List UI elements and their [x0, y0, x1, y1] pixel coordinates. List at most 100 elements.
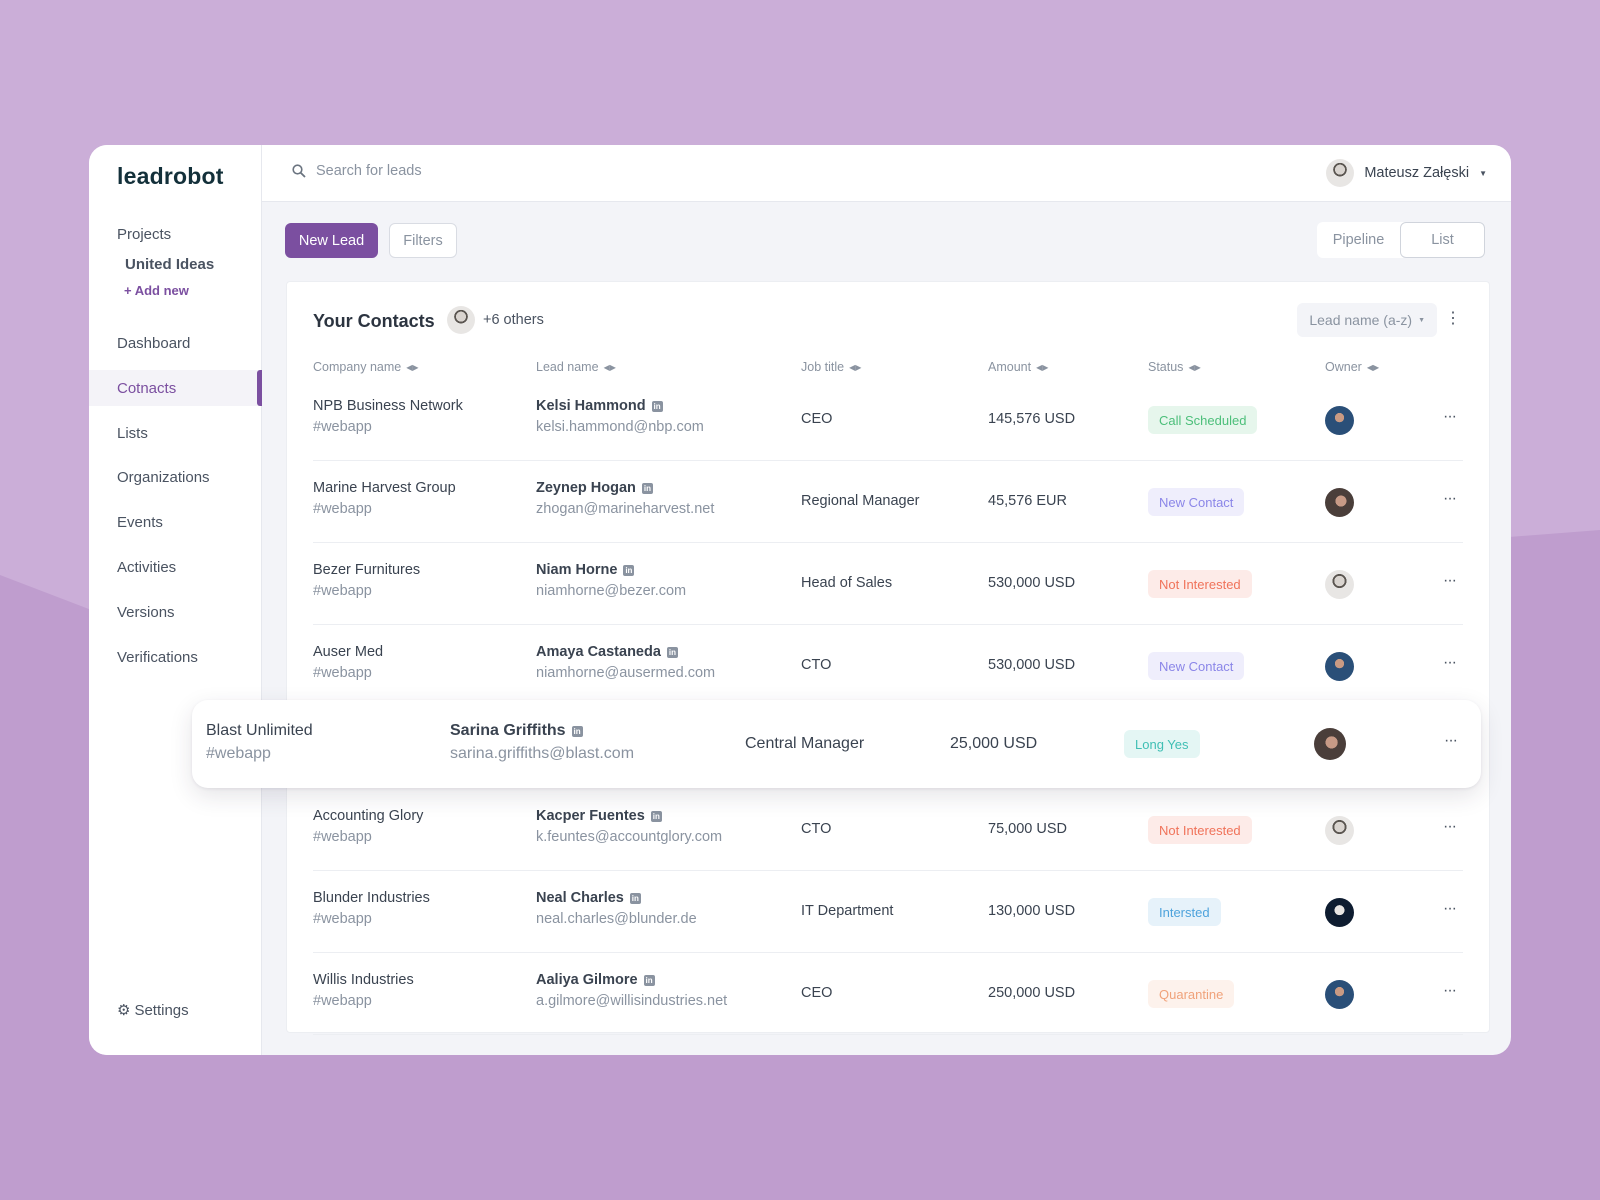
linkedin-icon[interactable]: in — [629, 893, 641, 904]
sidebar-item-cotnacts[interactable]: Cotnacts — [117, 380, 176, 397]
user-menu[interactable]: Mateusz Załęski ▼ — [1326, 159, 1487, 187]
app-window: leadrobot Projects United Ideas + Add ne… — [89, 145, 1511, 1055]
amount-cell: 530,000 USD — [988, 657, 1076, 673]
lead-email[interactable]: niamhorne@ausermed.com — [536, 665, 715, 681]
column-header-company-name[interactable]: Company name ◀▶ — [313, 360, 419, 374]
table-row[interactable]: Willis Industries #webapp Aaliya Gilmore i… — [313, 953, 1463, 1035]
lead-name[interactable]: Zeynep Hogan — [536, 480, 636, 496]
gear-icon: ⚙ — [117, 1002, 131, 1019]
linkedin-icon[interactable]: in — [571, 726, 583, 737]
table-row[interactable]: Auser Med #webapp Amaya Castaneda in niamho… — [313, 625, 1463, 707]
company-cell: Blunder Industries #webapp — [313, 890, 430, 927]
table-row[interactable]: Accounting Glory #webapp Kacper Fuentes in… — [313, 789, 1463, 871]
sidebar-item-activities[interactable]: Activities — [117, 559, 176, 576]
owner-avatar[interactable] — [1325, 651, 1354, 681]
search-icon — [292, 164, 306, 178]
row-actions-icon[interactable]: ··· — [1443, 982, 1457, 1000]
owner-avatar[interactable] — [1325, 815, 1354, 845]
owner-avatar[interactable] — [1325, 897, 1354, 927]
lead-name[interactable]: Kacper Fuentes — [536, 808, 645, 824]
sort-arrows-icon: ◀▶ — [603, 362, 616, 372]
lead-email[interactable]: neal.charles@blunder.de — [536, 911, 697, 927]
owner-avatar[interactable] — [1325, 569, 1354, 599]
linkedin-icon[interactable]: in — [651, 401, 663, 412]
owner-avatar[interactable] — [1325, 487, 1354, 517]
search-bar — [292, 163, 716, 179]
new-lead-button[interactable]: New Lead — [285, 223, 378, 258]
status-badge[interactable]: Not Interested — [1148, 816, 1252, 844]
sort-arrows-icon: ◀▶ — [1366, 362, 1380, 372]
lead-name[interactable]: Kelsi Hammond — [536, 398, 646, 414]
owner-avatar[interactable] — [1314, 728, 1346, 760]
filters-button[interactable]: Filters — [389, 223, 457, 258]
lead-name[interactable]: Neal Charles — [536, 890, 624, 906]
row-actions-icon[interactable]: ··· — [1443, 572, 1457, 590]
linkedin-icon[interactable]: in — [666, 647, 678, 658]
row-actions-icon[interactable]: ··· — [1443, 900, 1457, 918]
row-actions-icon[interactable]: ··· — [1443, 818, 1457, 836]
tab-list[interactable]: List — [1400, 222, 1485, 258]
lead-name[interactable]: Sarina Griffiths — [450, 722, 566, 739]
collaborators[interactable]: +6 others — [447, 306, 544, 334]
table-row[interactable]: NPB Business Network #webapp Kelsi Hammon… — [313, 379, 1463, 461]
status-badge[interactable]: Intersted — [1148, 898, 1221, 926]
lead-cell: Kelsi Hammond in kelsi.hammond@nbp.com — [536, 398, 704, 435]
project-united-ideas[interactable]: United Ideas — [125, 256, 214, 273]
lead-cell: Aaliya Gilmore in a.gilmore@willisindustri… — [536, 972, 727, 1009]
lead-email[interactable]: kelsi.hammond@nbp.com — [536, 419, 704, 435]
sidebar-item-events[interactable]: Events — [117, 514, 163, 531]
column-header-owner[interactable]: Owner ◀▶ — [1325, 360, 1379, 374]
owner-avatar[interactable] — [1325, 405, 1354, 435]
table-row[interactable]: Bezer Furnitures #webapp Niam Horne in niam… — [313, 543, 1463, 625]
table-row-highlighted[interactable]: Blast Unlimited #webapp Sarina Griffiths i… — [192, 700, 1481, 788]
amount-cell: 75,000 USD — [988, 821, 1067, 837]
column-header-amount[interactable]: Amount ◀▶ — [988, 360, 1048, 374]
lead-name[interactable]: Niam Horne — [536, 562, 617, 578]
company-cell: Accounting Glory #webapp — [313, 808, 424, 845]
owner-avatar[interactable] — [1325, 979, 1354, 1009]
linkedin-icon[interactable]: in — [643, 975, 655, 986]
sidebar-item-lists[interactable]: Lists — [117, 425, 148, 442]
row-actions-icon[interactable]: ··· — [1443, 490, 1457, 508]
lead-name[interactable]: Aaliya Gilmore — [536, 972, 638, 988]
settings-label: Settings — [134, 1001, 189, 1019]
table-row[interactable]: Blunder Industries #webapp Neal Charles in… — [313, 871, 1463, 953]
lead-email[interactable]: k.feuntes@accountglory.com — [536, 829, 722, 845]
lead-name[interactable]: Amaya Castaneda — [536, 644, 661, 660]
status-badge[interactable]: Not Interested — [1148, 570, 1252, 598]
sidebar-item-verifications[interactable]: Verifications — [117, 649, 198, 666]
status-badge[interactable]: Call Scheduled — [1148, 406, 1258, 434]
row-actions-icon[interactable]: ··· — [1443, 408, 1457, 426]
row-actions-icon[interactable]: ··· — [1443, 654, 1457, 672]
projects-label: Projects — [117, 226, 172, 243]
linkedin-icon[interactable]: in — [623, 565, 635, 576]
sidebar: leadrobot Projects United Ideas + Add ne… — [89, 145, 262, 1055]
status-badge[interactable]: New Contact — [1148, 488, 1245, 516]
sidebar-item-dashboard[interactable]: Dashboard — [117, 335, 190, 352]
column-header-job-title[interactable]: Job title ◀▶ — [801, 360, 861, 374]
status-badge[interactable]: New Contact — [1148, 652, 1245, 680]
sort-dropdown[interactable]: Lead name (a-z) ▼ — [1297, 303, 1437, 337]
lead-email[interactable]: sarina.griffiths@blast.com — [450, 745, 634, 763]
row-actions-icon[interactable]: ··· — [1444, 732, 1458, 750]
lead-email[interactable]: a.gilmore@willisindustries.net — [536, 993, 727, 1009]
add-project-link[interactable]: + Add new — [124, 283, 189, 298]
linkedin-icon[interactable]: in — [650, 811, 662, 822]
column-header-lead-name[interactable]: Lead name ◀▶ — [536, 360, 616, 374]
column-header-status[interactable]: Status ◀▶ — [1148, 360, 1201, 374]
table-row[interactable]: Marine Harvest Group #webapp Zeynep Hogan… — [313, 461, 1463, 543]
company-cell: Auser Med #webapp — [313, 644, 384, 681]
status-badge[interactable]: Long Yes — [1124, 730, 1200, 758]
more-options-icon[interactable]: ⋮ — [1445, 311, 1461, 327]
sidebar-item-organizations[interactable]: Organizations — [117, 469, 210, 486]
tab-pipeline[interactable]: Pipeline — [1317, 222, 1400, 258]
search-input[interactable] — [316, 163, 716, 179]
sidebar-item-versions[interactable]: Versions — [117, 604, 175, 621]
settings-link[interactable]: ⚙ Settings — [117, 1001, 189, 1020]
amount-cell: 145,576 USD — [988, 411, 1076, 427]
linkedin-icon[interactable]: in — [641, 483, 653, 494]
status-badge[interactable]: Quarantine — [1148, 980, 1235, 1008]
lead-email[interactable]: niamhorne@bezer.com — [536, 583, 686, 599]
lead-email[interactable]: zhogan@marineharvest.net — [536, 501, 714, 517]
others-count: +6 others — [483, 312, 544, 328]
